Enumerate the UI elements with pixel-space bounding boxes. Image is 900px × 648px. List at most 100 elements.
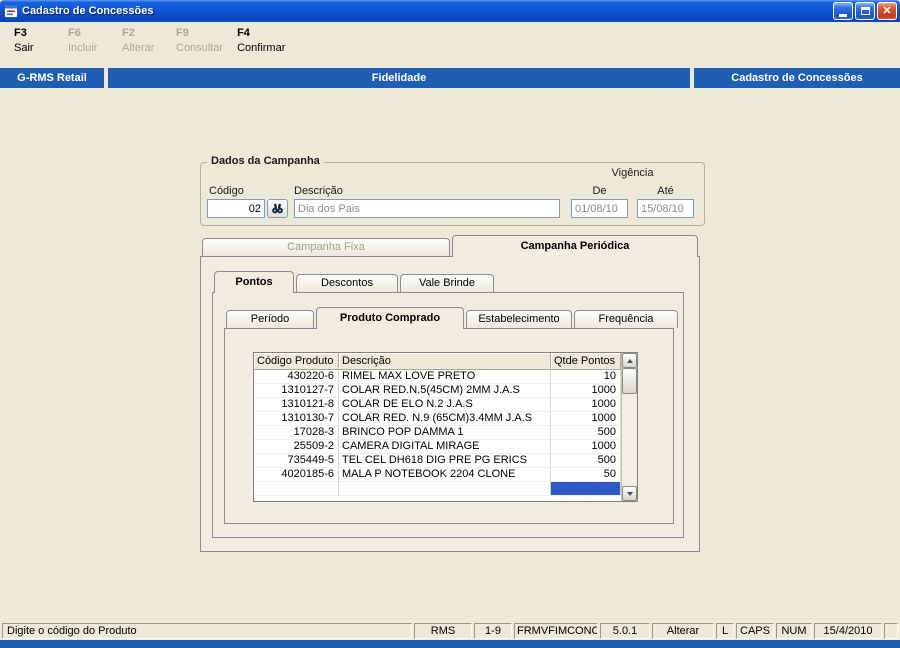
cell: COLAR DE ELO N.2 J.A.S bbox=[339, 398, 551, 412]
window-title: Cadastro de Concessões bbox=[22, 5, 154, 17]
header-module-name: Fidelidade bbox=[108, 68, 690, 88]
status-panel-5-0-1: 5.0.1 bbox=[600, 623, 650, 639]
cell: 25509-2 bbox=[254, 440, 339, 454]
criteria-tabs: Período Produto Comprado Estabelecimento Fr… bbox=[226, 307, 680, 329]
codigo-input[interactable] bbox=[207, 199, 265, 218]
toolbar-button-consultar: F9 Consultar bbox=[176, 27, 223, 54]
maximize-icon bbox=[860, 7, 870, 15]
toolbar-button-confirmar[interactable]: F4 Confirmar bbox=[237, 27, 285, 54]
cell bbox=[254, 482, 339, 496]
cell: 1310127-7 bbox=[254, 384, 339, 398]
toolbar-button-sair[interactable]: F3 Sair bbox=[14, 27, 54, 54]
cell: 50 bbox=[551, 468, 621, 482]
scrollbar-thumb[interactable] bbox=[622, 368, 637, 394]
grid-body: 430220-6 RIMEL MAX LOVE PRETO 10 1310127-7 C… bbox=[254, 370, 621, 496]
column-header-codigo-produto[interactable]: Código Produto bbox=[254, 353, 339, 370]
descricao-label: Descrição bbox=[294, 185, 343, 197]
selected-cell[interactable] bbox=[551, 482, 621, 496]
application-window: Cadastro de Concessões ✕ F3 Sair F6 Incluir… bbox=[0, 0, 900, 648]
toolbar-button-incluir: F6 Incluir bbox=[68, 27, 108, 54]
campaign-group-title: Dados da Campanha bbox=[207, 155, 324, 167]
toolbar: F3 Sair F6 Incluir F2 Alterar F9 Consultar F4 Con… bbox=[0, 22, 900, 64]
cell: CAMERA DIGITAL MIRAGE bbox=[339, 440, 551, 454]
grid-header: Código Produto Descrição Qtde Pontos bbox=[254, 353, 621, 370]
campaign-groupbox: Dados da Campanha Vigência Código Descri… bbox=[200, 155, 705, 226]
cell: 500 bbox=[551, 454, 621, 468]
toolbar-key: F6 bbox=[68, 27, 81, 39]
tab-pontos[interactable]: Pontos bbox=[214, 271, 294, 293]
cell: 17028-3 bbox=[254, 426, 339, 440]
column-header-qtde-pontos[interactable]: Qtde Pontos bbox=[551, 353, 621, 370]
cell: TEL CEL DH618 DIG PRE PG ERICS bbox=[339, 454, 551, 468]
table-row[interactable]: 1310121-8 COLAR DE ELO N.2 J.A.S 1000 bbox=[254, 398, 621, 412]
status-panel-l: L bbox=[716, 623, 734, 639]
cell: 1310121-8 bbox=[254, 398, 339, 412]
campaign-type-tabs: Campanha Fixa Campanha Periódica bbox=[202, 235, 700, 257]
tab-vale-brinde[interactable]: Vale Brinde bbox=[400, 274, 494, 292]
vigencia-ate-input[interactable] bbox=[637, 199, 694, 218]
tab-campanha-periodica[interactable]: Campanha Periódica bbox=[452, 235, 698, 257]
table-row[interactable]: 25509-2 CAMERA DIGITAL MIRAGE 1000 bbox=[254, 440, 621, 454]
toolbar-key: F2 bbox=[122, 27, 135, 39]
descricao-input[interactable] bbox=[294, 199, 560, 218]
cell: 1000 bbox=[551, 440, 621, 454]
toolbar-label: Confirmar bbox=[237, 42, 286, 54]
maximize-button[interactable] bbox=[855, 2, 875, 20]
status-panel-end bbox=[884, 623, 898, 639]
titlebar: Cadastro de Concessões ✕ bbox=[0, 0, 900, 22]
cell: 1000 bbox=[551, 384, 621, 398]
table-row[interactable]: 430220-6 RIMEL MAX LOVE PRETO 10 bbox=[254, 370, 621, 384]
table-row[interactable]: 17028-3 BRINCO POP DAMMA 1 500 bbox=[254, 426, 621, 440]
cell: COLAR RED.N.5(45CM) 2MM J.A.S bbox=[339, 384, 551, 398]
arrow-down-icon bbox=[626, 491, 633, 496]
minimize-icon bbox=[839, 14, 847, 17]
scroll-up-button[interactable] bbox=[622, 353, 637, 368]
status-panel-frmvfimconc: FRMVFIMCONC bbox=[514, 623, 598, 639]
table-row[interactable]: 1310127-7 COLAR RED.N.5(45CM) 2MM J.A.S 10… bbox=[254, 384, 621, 398]
module-header: G-RMS Retail Fidelidade Cadastro de Conc… bbox=[0, 68, 900, 88]
vigencia-label: Vigência bbox=[611, 167, 654, 179]
search-button[interactable] bbox=[267, 199, 288, 218]
arrow-up-icon bbox=[626, 358, 633, 363]
tab-frequencia[interactable]: Frequência bbox=[574, 310, 678, 328]
cell: RIMEL MAX LOVE PRETO bbox=[339, 370, 551, 384]
header-screen-name: Cadastro de Concessões bbox=[694, 68, 900, 88]
toolbar-key: F9 bbox=[176, 27, 189, 39]
table-row[interactable]: 1310130-7 COLAR RED. N.9 (65CM)3.4MM J.A.… bbox=[254, 412, 621, 426]
scroll-down-button[interactable] bbox=[622, 486, 637, 501]
toolbar-key: F4 bbox=[237, 27, 250, 39]
window-bottom-edge bbox=[0, 640, 900, 648]
cell: 1000 bbox=[551, 398, 621, 412]
status-panel-caps: CAPS bbox=[736, 623, 774, 639]
cell: BRINCO POP DAMMA 1 bbox=[339, 426, 551, 440]
close-button[interactable]: ✕ bbox=[877, 2, 897, 20]
binoculars-search-icon bbox=[272, 203, 283, 214]
tab-estabelecimento[interactable]: Estabelecimento bbox=[466, 310, 572, 328]
minimize-button[interactable] bbox=[833, 2, 853, 20]
tab-campanha-fixa[interactable]: Campanha Fixa bbox=[202, 238, 450, 256]
status-panel-num: NUM bbox=[776, 623, 812, 639]
ate-label: Até bbox=[657, 185, 674, 197]
de-label: De bbox=[592, 185, 607, 197]
statusbar: Digite o código do Produto RMS 1-9 FRMVFIM… bbox=[0, 622, 900, 640]
toolbar-button-alterar: F2 Alterar bbox=[122, 27, 162, 54]
grid-scrollbar[interactable] bbox=[621, 353, 637, 501]
table-row[interactable]: 735449-5 TEL CEL DH618 DIG PRE PG ERICS 50… bbox=[254, 454, 621, 468]
tab-descontos[interactable]: Descontos bbox=[296, 274, 398, 292]
column-header-descricao[interactable]: Descrição bbox=[339, 353, 551, 370]
scrollbar-track[interactable] bbox=[622, 368, 637, 486]
vigencia-de-input[interactable] bbox=[571, 199, 628, 218]
toolbar-label: Alterar bbox=[122, 42, 155, 54]
toolbar-label: Incluir bbox=[68, 42, 98, 54]
tab-periodo[interactable]: Período bbox=[226, 310, 314, 328]
table-row-selected[interactable] bbox=[254, 482, 621, 496]
table-row[interactable]: 4020185-6 MALA P NOTEBOOK 2204 CLONE 50 bbox=[254, 468, 621, 482]
toolbar-key: F3 bbox=[14, 27, 27, 39]
cell: 10 bbox=[551, 370, 621, 384]
status-message: Digite o código do Produto bbox=[2, 623, 412, 639]
status-panel-rms: RMS bbox=[414, 623, 472, 639]
window-controls: ✕ bbox=[833, 2, 900, 20]
tab-produto-comprado[interactable]: Produto Comprado bbox=[316, 307, 464, 329]
close-icon: ✕ bbox=[882, 4, 892, 17]
benefit-tabs: Pontos Descontos Vale Brinde bbox=[214, 271, 496, 293]
